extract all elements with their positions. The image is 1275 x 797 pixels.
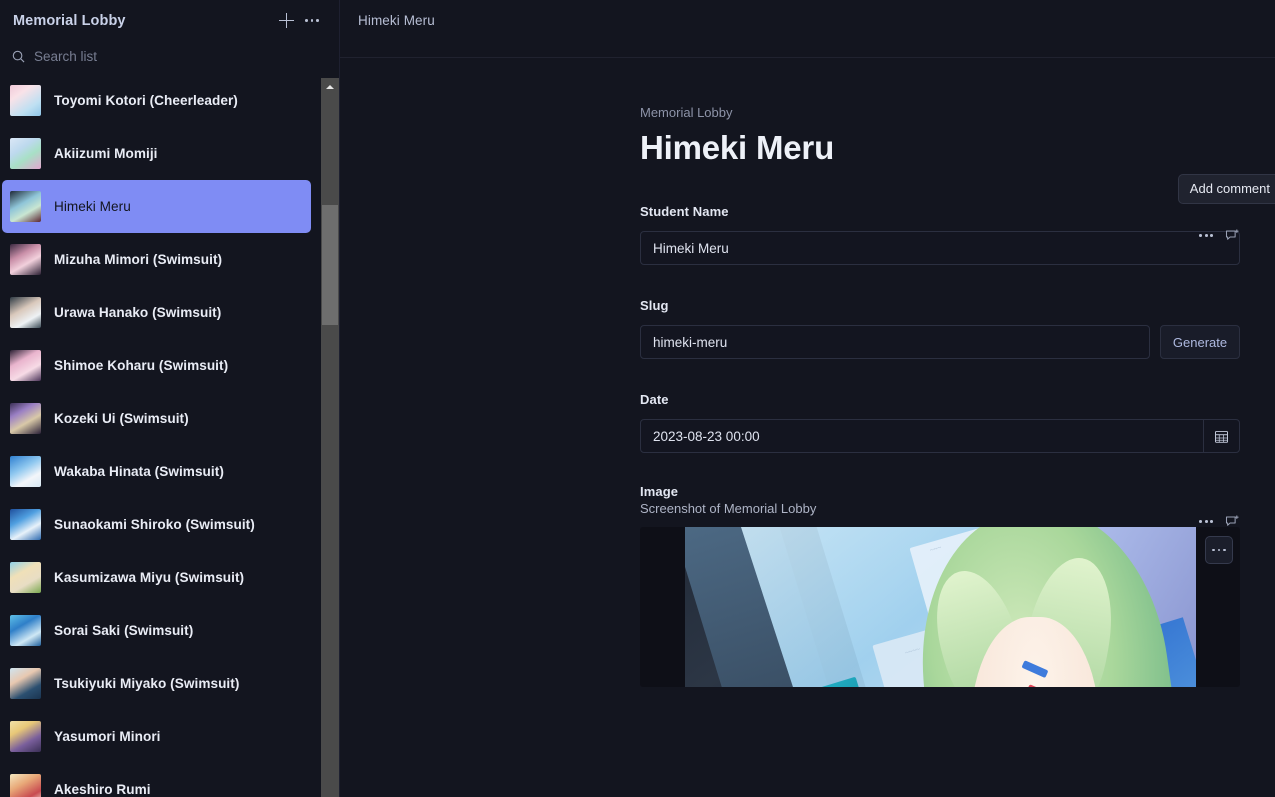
date-input-wrapper: [640, 419, 1240, 453]
more-horizontal-icon: [305, 19, 319, 22]
date-input[interactable]: [640, 419, 1240, 453]
student-name-input[interactable]: [640, 231, 1240, 265]
list-item-thumbnail: [10, 297, 41, 328]
field-label: Date: [640, 391, 669, 407]
input-row: [640, 419, 1240, 453]
list-item-thumbnail: [10, 615, 41, 646]
list-item[interactable]: Akeshiro Rumi: [2, 763, 311, 797]
list-item-label: Akeshiro Rumi: [54, 782, 151, 797]
list-item-thumbnail: [10, 403, 41, 434]
search-icon: [12, 50, 25, 63]
list-item[interactable]: Himeki Meru: [2, 180, 311, 233]
field-label: Student Name: [640, 203, 729, 219]
field-header: Slug: [640, 296, 1240, 314]
list-item-label: Shimoe Koharu (Swimsuit): [54, 358, 229, 373]
list-item[interactable]: Urawa Hanako (Swimsuit): [2, 286, 311, 339]
memorial-lobby-artwork: ~~~ ~~~~: [685, 527, 1196, 687]
field-slug: Slug Generate: [640, 296, 1240, 359]
list-item-label: Mizuha Mimori (Swimsuit): [54, 252, 223, 267]
field-actions: [1199, 228, 1240, 243]
slug-input[interactable]: [640, 325, 1150, 359]
list-item-label: Tsukiyuki Miyako (Swimsuit): [54, 676, 240, 691]
list-item-thumbnail: [10, 244, 41, 275]
sidebar-title: Memorial Lobby: [13, 12, 126, 29]
list-item-thumbnail: [10, 509, 41, 540]
page-title: Himeki Meru: [640, 129, 835, 166]
list-item-label: Wakaba Hinata (Swimsuit): [54, 464, 224, 479]
field-more-button[interactable]: [1199, 234, 1213, 237]
field-image: Image Screenshot of Memorial Lobby ~~~ ~…: [640, 484, 1240, 687]
list-item[interactable]: Tsukiyuki Miyako (Swimsuit): [2, 657, 311, 710]
field-label: Slug: [640, 297, 669, 313]
list-item-label: Yasumori Minori: [54, 729, 161, 744]
image-preview[interactable]: ~~~ ~~~~: [640, 527, 1240, 687]
document-scroll-area: Memorial Lobby Himeki Meru Student Name …: [340, 58, 1275, 797]
more-horizontal-icon: [1199, 234, 1213, 237]
sidebar-list: Toyomi Kotori (Cheerleader) Akiizumi Momi…: [0, 74, 322, 797]
list-item[interactable]: Akiizumi Momiji: [2, 127, 311, 180]
list-item[interactable]: Shimoe Koharu (Swimsuit): [2, 339, 311, 392]
field-date: Date: [640, 390, 1240, 453]
list-item-thumbnail: [10, 85, 41, 116]
list-item[interactable]: Sorai Saki (Swimsuit): [2, 604, 311, 657]
list-item-thumbnail: [10, 350, 41, 381]
list-item-label: Urawa Hanako (Swimsuit): [54, 305, 222, 320]
generate-slug-button[interactable]: Generate: [1160, 325, 1240, 359]
field-description: Screenshot of Memorial Lobby: [640, 501, 817, 516]
field-student-name: Student Name Add comment: [640, 174, 1275, 265]
input-row: [640, 231, 1240, 265]
more-horizontal-icon: [1199, 520, 1213, 523]
list-item[interactable]: Kozeki Ui (Swimsuit): [2, 392, 311, 445]
list-item[interactable]: Mizuha Mimori (Swimsuit): [2, 233, 311, 286]
list-item-label: Toyomi Kotori (Cheerleader): [54, 93, 238, 108]
add-comment-button[interactable]: [1225, 228, 1240, 243]
plus-icon: [278, 13, 294, 28]
search-input[interactable]: [34, 48, 327, 64]
more-horizontal-icon: [1212, 548, 1226, 552]
list-item-label: Himeki Meru: [54, 199, 131, 214]
list-item-label: Kasumizawa Miyu (Swimsuit): [54, 570, 245, 585]
list-item[interactable]: Wakaba Hinata (Swimsuit): [2, 445, 311, 498]
sidebar: Memorial Lobby Toyomi Kotori (Cheerleade…: [0, 0, 340, 797]
chevron-up-icon: [326, 84, 334, 89]
main-panel: Himeki Meru Memorial Lobby Himeki Meru S…: [340, 0, 1275, 797]
field-header: Image Screenshot of Memorial Lobby: [640, 484, 1240, 516]
list-item-thumbnail: [10, 191, 41, 222]
list-item-thumbnail: [10, 456, 41, 487]
app-root: Memorial Lobby Toyomi Kotori (Cheerleade…: [0, 0, 1275, 797]
input-row: Generate: [640, 325, 1240, 359]
field-header: Student Name: [640, 202, 1240, 220]
sidebar-search[interactable]: [0, 41, 339, 71]
field-label: Image: [640, 484, 679, 499]
field-header: Date: [640, 390, 1240, 408]
add-item-button[interactable]: [273, 8, 299, 34]
sidebar-scrollbar[interactable]: [321, 78, 339, 797]
sidebar-more-button[interactable]: [299, 8, 325, 34]
sidebar-header: Memorial Lobby: [0, 0, 339, 41]
list-item[interactable]: Toyomi Kotori (Cheerleader): [2, 74, 311, 127]
list-item-thumbnail: [10, 138, 41, 169]
list-item[interactable]: Sunaokami Shiroko (Swimsuit): [2, 498, 311, 551]
breadcrumb[interactable]: Memorial Lobby: [640, 105, 1240, 120]
main-topbar: Himeki Meru: [340, 0, 1275, 58]
scrollbar-thumb[interactable]: [322, 205, 338, 325]
calendar-button[interactable]: [1203, 420, 1239, 452]
image-preview-content: ~~~ ~~~~: [685, 527, 1196, 687]
list-item-thumbnail: [10, 562, 41, 593]
list-item[interactable]: Kasumizawa Miyu (Swimsuit): [2, 551, 311, 604]
list-item-thumbnail: [10, 668, 41, 699]
list-item-label: Akiizumi Momiji: [54, 146, 158, 161]
document-body: Memorial Lobby Himeki Meru Student Name …: [640, 58, 1275, 687]
add-comment-tooltip: Add comment: [1177, 174, 1275, 204]
list-item-label: Kozeki Ui (Swimsuit): [54, 411, 189, 426]
document-tab-title[interactable]: Himeki Meru: [358, 13, 435, 28]
list-item-label: Sunaokami Shiroko (Swimsuit): [54, 517, 255, 532]
field-more-button[interactable]: [1199, 520, 1213, 523]
image-more-button[interactable]: [1205, 536, 1233, 564]
list-item-thumbnail: [10, 721, 41, 752]
list-item[interactable]: Yasumori Minori: [2, 710, 311, 763]
list-item-label: Sorai Saki (Swimsuit): [54, 623, 194, 638]
list-item-thumbnail: [10, 774, 41, 797]
scroll-up-button[interactable]: [321, 78, 339, 95]
